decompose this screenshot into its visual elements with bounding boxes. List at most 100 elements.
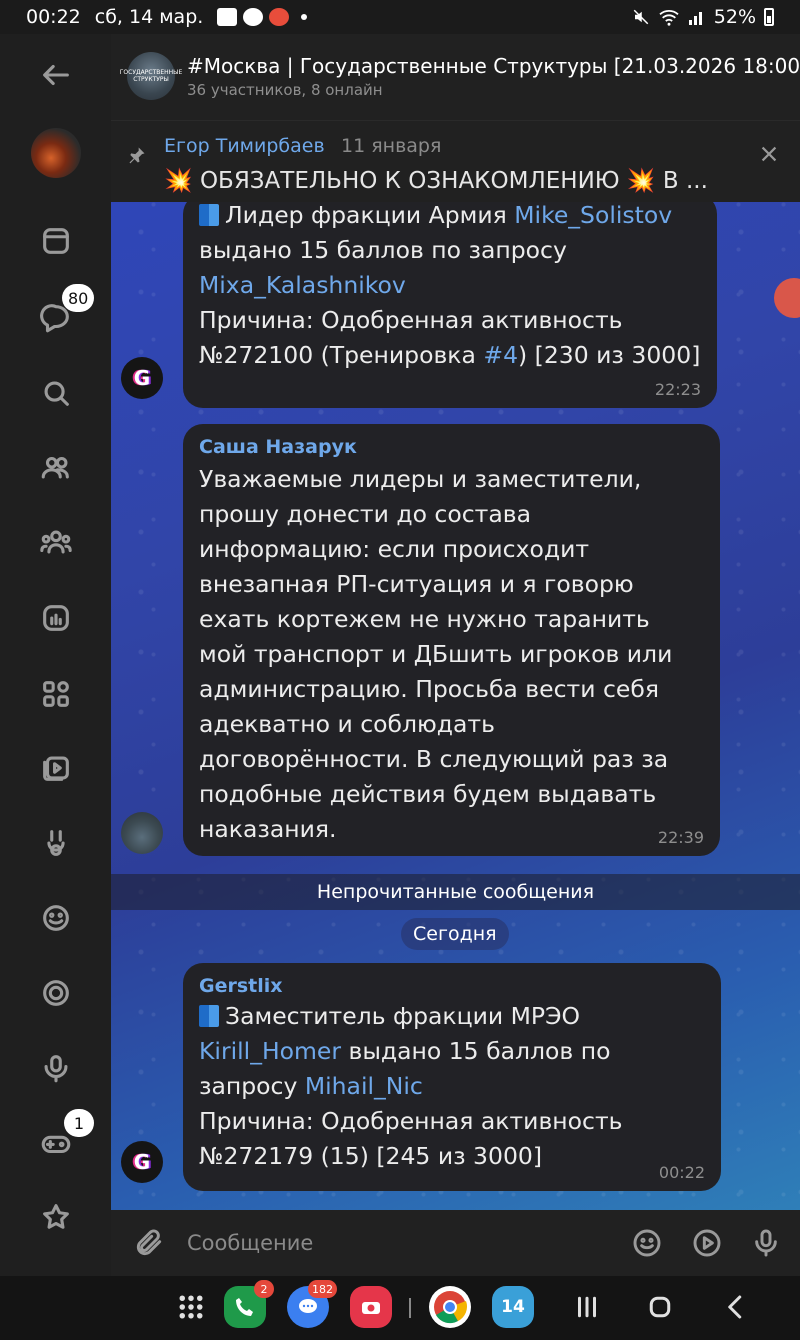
hashtag-link[interactable]: #4 [483, 341, 518, 369]
messages-app[interactable]: 182 [287, 1280, 337, 1328]
recents-icon [578, 1296, 596, 1318]
rail-item-games[interactable] [0, 1113, 111, 1173]
message-link[interactable]: Kirill_Homer [199, 1037, 341, 1065]
profile-avatar[interactable] [31, 128, 81, 178]
message-bubble[interactable]: Лидер фракции Армия Mike_Solistov выдано… [183, 202, 717, 408]
message-input[interactable]: Сообщение [187, 1231, 313, 1255]
pinned-message[interactable]: Егор Тимирбаев 11 января 💥 ОБЯЗАТЕЛЬНО К… [111, 120, 800, 202]
search-icon [44, 381, 69, 406]
app-drawer-button[interactable] [176, 1292, 206, 1326]
camera-icon [362, 1302, 380, 1314]
dock-divider [409, 1298, 411, 1318]
message-bubble[interactable]: Саша Назарук Уважаемые лидеры и заместит… [183, 424, 720, 856]
chat-avatar[interactable]: ГОСУДАРСТВЕННЫЕ СТРУКТУРЫ [120, 52, 182, 100]
rail-item-contacts[interactable] [0, 437, 111, 497]
unread-separator: Непрочитанные сообщения [111, 874, 800, 910]
message-link[interactable]: Mixa_Kalashnikov [199, 268, 701, 303]
date-separator: Сегодня [401, 918, 509, 950]
battery-percent: 52% [713, 6, 756, 28]
paperclip-icon [136, 1229, 162, 1256]
camera-app[interactable] [350, 1286, 392, 1328]
rail-item-clips[interactable] [0, 588, 111, 648]
calendar-app[interactable]: 14 [492, 1286, 534, 1328]
status-time: 00:22 [26, 6, 81, 28]
messages-badge: 80 [62, 284, 95, 312]
voice-message-button[interactable] [748, 1225, 784, 1261]
sender-avatar[interactable] [121, 812, 163, 854]
chrome-icon [434, 1291, 468, 1324]
chrome-app[interactable] [429, 1286, 471, 1328]
message-link[interactable]: Mihail_Nic [305, 1072, 423, 1100]
status-date: сб, 14 мар. [94, 6, 204, 28]
close-icon [761, 146, 777, 162]
phone-icon [236, 1298, 253, 1316]
message-text: выдано 15 баллов по запросу [199, 236, 567, 264]
book-icon [199, 204, 219, 226]
apps-grid-icon [42, 681, 69, 707]
message-text: Уважаемые лидеры и заместители, прошу до… [199, 465, 673, 843]
microphone-icon [44, 1055, 67, 1083]
attach-button[interactable] [131, 1225, 167, 1261]
message-author[interactable]: Gerstlix [199, 963, 705, 997]
left-rail: 80 1 [0, 34, 111, 1276]
message-link[interactable]: Mike_Solistov [514, 202, 672, 229]
message-time: 22:39 [657, 828, 704, 847]
message-text: №272179 (15) [245 из 3000] [199, 1142, 543, 1170]
rail-item-services[interactable] [0, 664, 111, 724]
back-button[interactable] [0, 45, 111, 105]
chat-title: #Москва | Государственные Структуры [21.… [187, 54, 800, 78]
back-nav-button[interactable] [721, 1292, 751, 1326]
pin-icon [127, 145, 147, 169]
rail-item-communities[interactable] [0, 512, 111, 572]
home-button[interactable] [645, 1292, 675, 1326]
message-text: запросу [199, 1072, 305, 1100]
chevron-left-icon [728, 1295, 742, 1319]
wifi-icon [659, 10, 679, 26]
message-time: 22:23 [654, 380, 701, 399]
message-list[interactable]: Лидер фракции Армия Mike_Solistov выдано… [111, 202, 800, 1210]
stats-icon [42, 605, 69, 631]
phone-badge: 2 [254, 1280, 274, 1298]
sender-avatar[interactable]: G [121, 357, 163, 399]
smile-icon [633, 1229, 661, 1257]
phone-app[interactable]: 2 [224, 1280, 274, 1328]
system-navbar: 2 182 14 [0, 1276, 800, 1340]
message-text: №272100 (Тренировка [199, 341, 484, 369]
pinned-date: 11 января [341, 135, 442, 157]
sender-avatar[interactable]: G [121, 1141, 163, 1183]
message-text: ) [230 из 3000] [518, 341, 701, 369]
star-icon [42, 1204, 69, 1229]
rail-item-favorites[interactable] [0, 1187, 111, 1247]
rail-item-messages[interactable] [0, 288, 111, 348]
people-icon [41, 456, 69, 479]
pinned-author: Егор Тимирбаев [164, 135, 325, 157]
play-circle-icon [693, 1229, 721, 1257]
rail-item-video[interactable] [0, 738, 111, 798]
group-icon [39, 530, 72, 554]
rail-item-mini-apps[interactable] [0, 813, 111, 873]
arrow-left-icon [42, 64, 69, 86]
rail-item-stickers[interactable] [0, 888, 111, 948]
window-icon [42, 228, 69, 254]
close-pinned-button[interactable] [758, 143, 780, 169]
recents-button[interactable] [572, 1292, 602, 1326]
signal-icon [688, 12, 702, 25]
battery-icon [764, 8, 774, 26]
rail-item-podcasts[interactable] [0, 1038, 111, 1098]
gallery-icon [217, 8, 238, 26]
chat-subtitle: 36 участников, 8 онлайн [187, 81, 383, 99]
chat-header[interactable]: ГОСУДАРСТВЕННЫЕ СТРУКТУРЫ #Москва | Госу… [111, 34, 800, 120]
message-bubble[interactable]: Gerstlix Заместитель фракции МРЭО Kirill… [183, 963, 721, 1191]
mute-icon [633, 9, 649, 25]
rail-item-browser[interactable] [0, 211, 111, 271]
emoji-button[interactable] [629, 1225, 665, 1261]
message-text: Причина: Одобренная активность [199, 306, 623, 334]
rail-item-target[interactable] [0, 963, 111, 1023]
target-icon [42, 980, 69, 1006]
microphone-icon [755, 1229, 777, 1257]
message-author[interactable]: Саша Назарук [199, 424, 704, 458]
video-message-button[interactable] [689, 1225, 725, 1261]
status-bar: 00:22 сб, 14 мар. 52% [0, 0, 800, 34]
message-text: Лидер фракции Армия [225, 202, 515, 229]
rail-item-search[interactable] [0, 363, 111, 423]
